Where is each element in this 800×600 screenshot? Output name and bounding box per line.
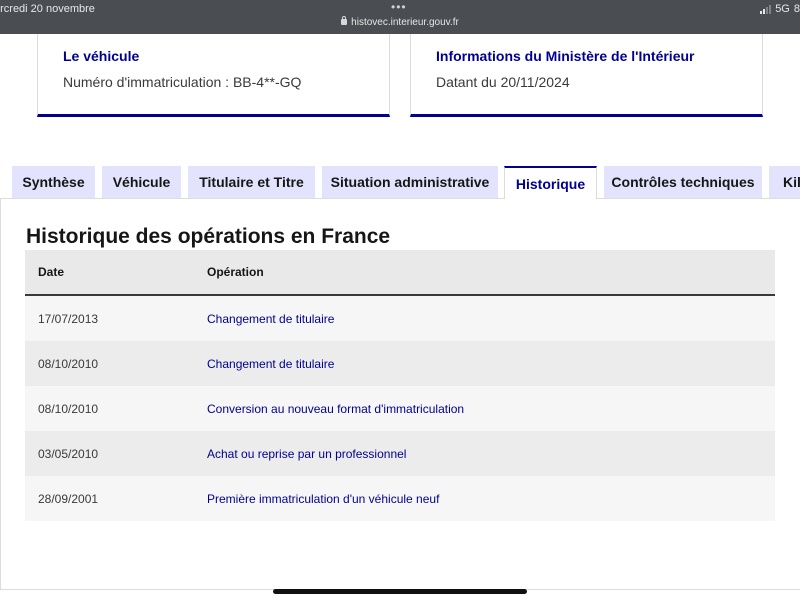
row-operation-link[interactable]: Conversion au nouveau format d'immatricu… xyxy=(207,402,464,416)
tab-list: Synthèse Véhicule Titulaire et Titre Sit… xyxy=(0,166,800,199)
table-row: 08/10/2010 Conversion au nouveau format … xyxy=(25,386,775,431)
registration-number: Numéro d'immatriculation : BB-4**-GQ xyxy=(63,74,302,90)
status-bar: ercredi 20 novembre ••• histovec.interie… xyxy=(0,0,800,34)
table-body: 17/07/2013 Changement de titulaire 08/10… xyxy=(25,296,775,521)
lock-icon xyxy=(341,16,348,25)
ministry-card: Informations du Ministère de l'Intérieur… xyxy=(410,34,763,117)
tab-vehicule[interactable]: Véhicule xyxy=(102,166,181,198)
status-indicators: 5G 8 xyxy=(760,3,800,15)
row-operation-link[interactable]: Première immatriculation d'un véhicule n… xyxy=(207,492,439,506)
column-header-operation: Opération xyxy=(207,265,264,279)
row-date: 03/05/2010 xyxy=(38,447,99,461)
table-row: 28/09/2001 Première immatriculation d'un… xyxy=(25,476,775,521)
data-date: Datant du 20/11/2024 xyxy=(436,74,570,90)
tab-situation-administrative[interactable]: Situation administrative xyxy=(322,166,498,198)
history-table: Date Opération 17/07/2013 Changement de … xyxy=(25,250,775,521)
row-date: 08/10/2010 xyxy=(38,402,99,416)
network-label: 5G xyxy=(775,3,790,15)
table-row: 08/10/2010 Changement de titulaire xyxy=(25,341,775,386)
tab-kilometrage[interactable]: Kilo xyxy=(769,166,800,198)
row-date: 28/09/2001 xyxy=(38,492,99,506)
tab-controles-techniques[interactable]: Contrôles techniques xyxy=(604,166,762,198)
table-header: Date Opération xyxy=(25,250,775,296)
table-row: 17/07/2013 Changement de titulaire xyxy=(25,296,775,341)
row-operation-link[interactable]: Changement de titulaire xyxy=(207,312,334,326)
address-url: histovec.interieur.gouv.fr xyxy=(351,17,459,28)
status-date: ercredi 20 novembre xyxy=(0,3,95,15)
vehicle-card-title: Le véhicule xyxy=(63,48,140,64)
home-indicator[interactable] xyxy=(273,589,527,594)
page-title: Historique des opérations en France xyxy=(26,225,391,248)
more-dots-icon[interactable]: ••• xyxy=(391,0,407,14)
vehicle-card: Le véhicule Numéro d'immatriculation : B… xyxy=(37,34,390,117)
tab-historique[interactable]: Historique xyxy=(504,166,597,199)
battery-level: 8 xyxy=(793,3,800,15)
tab-synthese[interactable]: Synthèse xyxy=(12,166,95,198)
address-bar[interactable]: histovec.interieur.gouv.fr xyxy=(0,16,800,28)
column-header-date: Date xyxy=(38,265,65,279)
ministry-card-title: Informations du Ministère de l'Intérieur xyxy=(436,48,695,64)
row-operation-link[interactable]: Achat ou reprise par un professionnel xyxy=(207,447,406,461)
tab-titulaire-et-titre[interactable]: Titulaire et Titre xyxy=(188,166,315,198)
row-operation-link[interactable]: Changement de titulaire xyxy=(207,357,334,371)
table-row: 03/05/2010 Achat ou reprise par un profe… xyxy=(25,431,775,476)
row-date: 08/10/2010 xyxy=(38,357,99,371)
row-date: 17/07/2013 xyxy=(38,312,99,326)
signal-icon xyxy=(760,4,772,14)
